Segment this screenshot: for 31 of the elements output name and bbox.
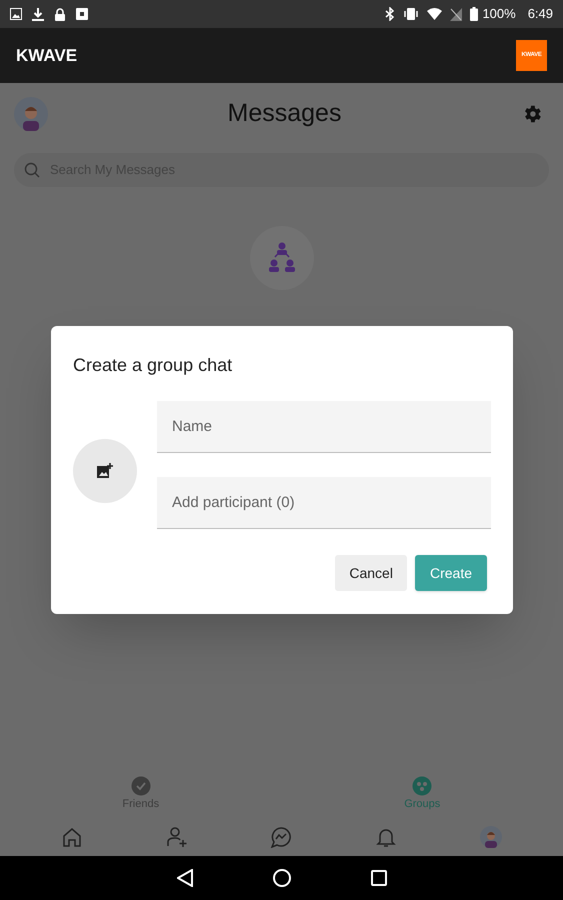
image-icon — [10, 8, 22, 20]
clock-time: 6:49 — [528, 5, 553, 24]
bluetooth-icon — [385, 7, 396, 21]
page-title: Messages — [228, 98, 342, 129]
home-icon[interactable] — [61, 826, 84, 848]
text-field[interactable]: Name — [157, 401, 491, 453]
text-field[interactable]: Add participant (0) — [157, 477, 491, 529]
search-icon — [24, 162, 40, 178]
vibrate-icon — [403, 8, 420, 20]
add-person-icon[interactable] — [166, 826, 188, 848]
recents-icon[interactable] — [370, 870, 386, 886]
app-title: KWAVE — [16, 44, 78, 67]
group-icon — [250, 226, 314, 290]
back-icon[interactable] — [176, 869, 192, 887]
chat-icon[interactable] — [270, 826, 292, 848]
add-photo-icon — [97, 463, 113, 479]
home-button-icon[interactable] — [272, 869, 290, 887]
dialog-title: Create a group chat — [73, 354, 234, 377]
chat-check-icon — [130, 776, 151, 796]
lock-icon — [54, 8, 66, 20]
wifi-icon — [427, 8, 442, 20]
avatar-icon[interactable] — [480, 826, 502, 848]
no-sim-icon — [450, 8, 462, 20]
create-button[interactable]: Create — [414, 555, 487, 591]
group-dots-icon — [412, 776, 432, 796]
avatar-icon[interactable] — [14, 96, 48, 131]
download-icon — [32, 8, 44, 20]
battery-icon — [470, 7, 478, 21]
app-notification-icon — [76, 8, 88, 20]
battery-percentage: 100% — [482, 5, 516, 24]
cancel-button[interactable]: Cancel — [335, 555, 407, 591]
